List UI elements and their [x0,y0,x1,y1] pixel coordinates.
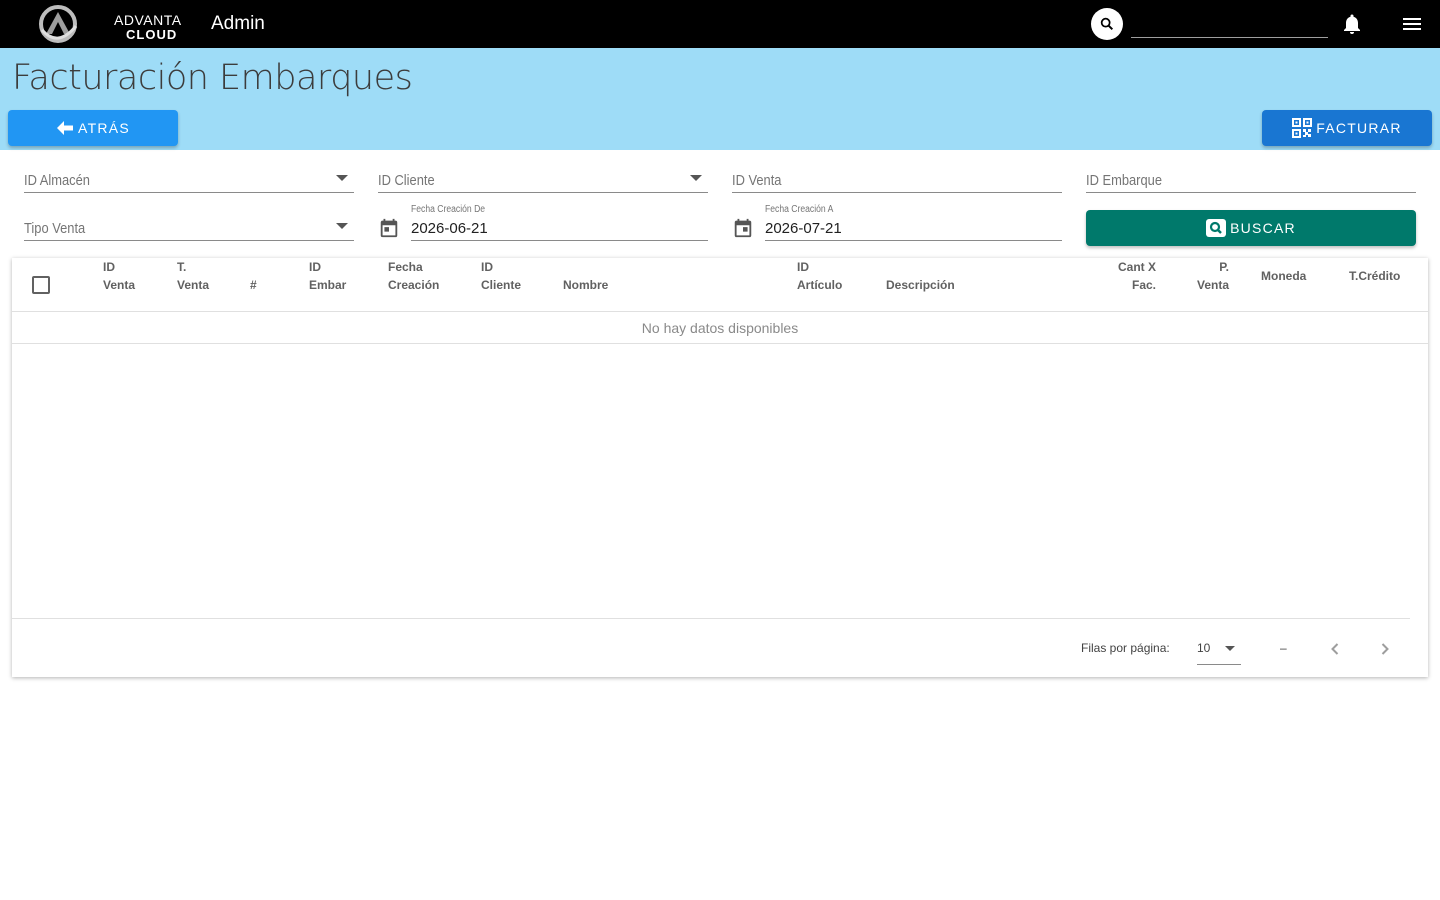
page-range-text: – [1280,641,1287,655]
column-header-number[interactable]: # [250,276,257,294]
global-search-input[interactable] [1131,10,1328,38]
qr-code-icon [1292,118,1313,138]
column-header-t-credito[interactable]: T.Crédito [1349,267,1400,285]
chevron-right-icon [1381,643,1389,655]
shipment-id-field-label: ID Embarque [1086,172,1163,189]
menu-icon [1403,18,1421,30]
column-header-id-articulo[interactable]: ID Artículo [797,258,842,294]
search-button[interactable] [1091,8,1123,40]
date-to-value: 2026-07-21 [765,220,842,237]
sale-type-select[interactable]: Tipo Venta [24,211,354,241]
sale-id-field[interactable]: ID Venta [732,163,1062,193]
main-menu-button[interactable] [1400,12,1424,36]
chevron-down-icon [1225,646,1235,651]
calendar-icon[interactable] [732,217,754,239]
client-select-label: ID Cliente [378,172,435,189]
column-header-id-cliente[interactable]: ID Cliente [481,258,521,294]
calendar-icon[interactable] [378,217,400,239]
empty-state-message: No hay datos disponibles [12,312,1428,344]
logo-text-cloud: CLOUD [126,27,178,42]
table-pagination: Filas por página: 10 – [12,618,1410,677]
warehouse-select[interactable]: ID Almacén [24,163,354,193]
column-header-nombre[interactable]: Nombre [563,276,608,294]
rows-per-page-select[interactable]: 10 [1197,633,1241,665]
select-all-checkbox[interactable] [32,276,50,294]
client-select[interactable]: ID Cliente [378,163,708,193]
date-to-field[interactable]: Fecha Creación A 2026-07-21 [732,204,1062,241]
bell-icon [1344,14,1360,34]
search-icon [1206,219,1227,237]
chevron-down-icon [690,175,702,181]
date-from-label: Fecha Creación De [411,204,486,215]
rows-per-page-label: Filas por página: [1081,641,1170,655]
arrow-left-icon [57,121,74,135]
app-title: Admin [211,13,265,34]
column-header-moneda[interactable]: Moneda [1261,267,1306,285]
date-to-label: Fecha Creación A [765,204,834,215]
top-app-bar: ADVANTA CLOUD Admin [0,0,1440,48]
notifications-button[interactable] [1340,12,1364,36]
date-from-field[interactable]: Fecha Creación De 2026-06-21 [378,204,708,241]
rows-per-page-value: 10 [1197,641,1211,655]
shipment-id-field[interactable]: ID Embarque [1086,163,1416,193]
next-page-button[interactable] [1373,637,1397,661]
invoice-button[interactable]: FACTURAR [1262,110,1432,146]
warehouse-select-label: ID Almacén [24,172,90,189]
column-header-descripcion[interactable]: Descripción [886,276,955,294]
chevron-down-icon [336,175,348,181]
chevron-left-icon [1331,643,1339,655]
sale-type-select-label: Tipo Venta [24,220,86,237]
back-button[interactable]: ATRÁS [8,110,178,146]
column-header-id-venta[interactable]: ID Venta [103,258,135,294]
column-header-cant-x-fac[interactable]: Cant X Fac. [1112,258,1156,294]
table-header: ID Venta T. Venta # ID Embar Fecha Creación … [12,258,1428,312]
sale-id-field-label: ID Venta [732,172,782,189]
column-header-p-venta[interactable]: P. Venta [1192,258,1229,294]
search-submit-button[interactable]: BUSCAR [1086,210,1416,246]
results-table: ID Venta T. Venta # ID Embar Fecha Creación … [12,258,1428,677]
date-from-value: 2026-06-21 [411,220,488,237]
column-header-t-venta[interactable]: T. Venta [177,258,209,294]
search-icon [1100,17,1114,31]
search-submit-label: BUSCAR [1230,220,1296,236]
page-title: Facturación Embarques [12,58,413,98]
previous-page-button[interactable] [1323,637,1347,661]
back-button-label: ATRÁS [78,120,130,136]
chevron-down-icon [336,223,348,229]
advanta-cloud-logo[interactable]: ADVANTA CLOUD [36,4,181,44]
column-header-id-embar[interactable]: ID Embar [309,258,346,294]
column-header-fecha-creacion[interactable]: Fecha Creación [388,258,439,294]
invoice-button-label: FACTURAR [1316,120,1402,136]
logo-mark-icon [39,5,78,43]
logo-text-advanta: ADVANTA [114,12,182,28]
page-header: Facturación Embarques ATRÁS FACTURAR [0,48,1440,150]
